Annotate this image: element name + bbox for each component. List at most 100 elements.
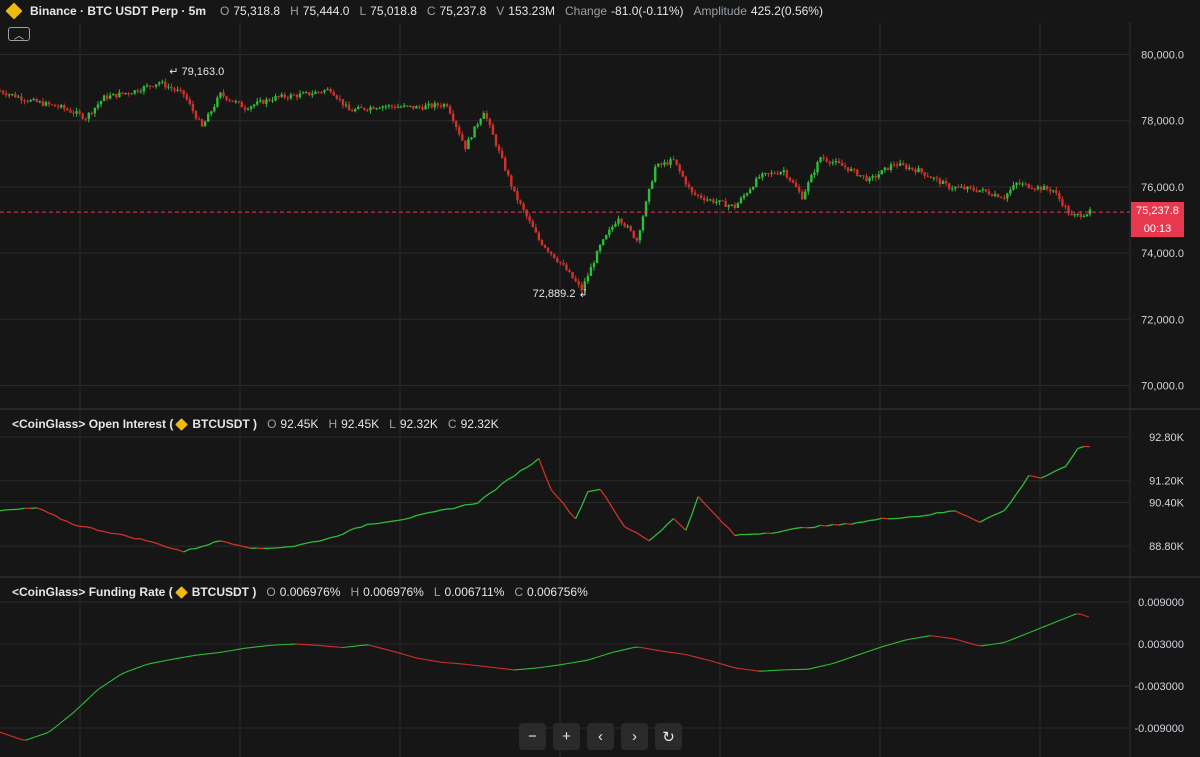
candle-body bbox=[650, 181, 654, 189]
candle-body bbox=[565, 264, 568, 271]
funding-rate-segment bbox=[222, 650, 228, 653]
candle-body bbox=[213, 106, 216, 112]
candle-body bbox=[745, 193, 749, 196]
candle-body bbox=[11, 94, 14, 96]
candle-body bbox=[1033, 188, 1037, 190]
funding-rate-series bbox=[0, 613, 1089, 741]
candle-body bbox=[831, 162, 835, 164]
oi-segment bbox=[165, 546, 172, 550]
oi-segment bbox=[324, 537, 331, 541]
candle-body bbox=[292, 94, 296, 96]
funding-rate-segment bbox=[668, 651, 674, 654]
funding-rate-segment bbox=[745, 668, 751, 671]
oi-segment bbox=[630, 529, 638, 534]
funding-rate-segment bbox=[895, 641, 901, 644]
candle-countdown: 00:13 bbox=[1131, 220, 1184, 237]
funding-rate-segment bbox=[419, 658, 425, 660]
funding-rate-segment bbox=[154, 661, 159, 664]
candle-body bbox=[984, 189, 988, 192]
funding-rate-segment bbox=[235, 648, 241, 651]
candle-body bbox=[387, 105, 391, 107]
candle-body bbox=[170, 86, 173, 89]
oi-segment bbox=[85, 526, 92, 529]
oi-segment bbox=[1077, 445, 1085, 450]
funding-rate-segment bbox=[925, 635, 931, 637]
oi-segment bbox=[930, 512, 938, 516]
candle-body bbox=[81, 113, 84, 119]
candle-body bbox=[611, 226, 614, 230]
candle-body bbox=[366, 109, 369, 111]
candle-body bbox=[127, 92, 130, 94]
candle-body bbox=[479, 118, 482, 125]
scroll-right-button[interactable]: › bbox=[621, 723, 648, 750]
candle-body bbox=[993, 194, 997, 197]
candle-body bbox=[179, 89, 182, 91]
oi-segment bbox=[459, 504, 466, 508]
funding-rate-segment bbox=[570, 661, 575, 664]
funding-rate-segment bbox=[814, 666, 819, 669]
candle-body bbox=[151, 86, 155, 88]
oi-segment bbox=[783, 528, 791, 532]
funding-rate-segment bbox=[947, 637, 952, 640]
oi-segment bbox=[581, 491, 589, 507]
candle-body bbox=[598, 244, 602, 252]
candle-body bbox=[145, 85, 149, 87]
oi-segment bbox=[373, 522, 380, 525]
grid-lines bbox=[0, 22, 1130, 757]
oi-segment bbox=[385, 520, 392, 523]
zoom-out-button[interactable]: − bbox=[519, 723, 546, 750]
candle-body bbox=[176, 89, 179, 91]
candle-body bbox=[739, 197, 743, 204]
funding-rate-segment bbox=[625, 647, 631, 650]
last-price-tag: 75,237.8 bbox=[1131, 202, 1184, 220]
binance-logo-icon bbox=[175, 417, 189, 431]
reset-chart-button[interactable]: ↻ bbox=[655, 723, 682, 750]
collapse-legend-button[interactable]: ︿ bbox=[8, 27, 30, 42]
candle-body bbox=[574, 278, 577, 282]
candle-body bbox=[301, 92, 305, 94]
funding-rate-segment bbox=[1015, 635, 1021, 639]
candle-body bbox=[323, 90, 326, 93]
oi-segment bbox=[538, 458, 546, 475]
candle-body bbox=[289, 94, 293, 99]
candle-body bbox=[433, 103, 436, 108]
candle-body bbox=[430, 103, 433, 108]
funding-rate-segment bbox=[544, 665, 549, 668]
close-value: 75,237.8 bbox=[439, 4, 487, 18]
funding-rate-segment bbox=[921, 635, 926, 638]
candle-body bbox=[761, 173, 764, 178]
candle-body bbox=[947, 183, 951, 189]
chart-canvas[interactable]: 80,000.0 78,000.0 76,000.0 74,000.0 72,000.0… bbox=[0, 0, 1200, 757]
oi-segment bbox=[1015, 485, 1024, 495]
funding-rate-segment bbox=[1002, 640, 1008, 644]
candle-body bbox=[56, 106, 60, 108]
funding-rate-segment bbox=[385, 648, 391, 652]
funding-rate-segment bbox=[1049, 621, 1055, 625]
candle-body bbox=[877, 174, 880, 178]
symbol-header: Binance · BTC USDT Perp · 5m O 75,318.8 H… bbox=[0, 0, 833, 22]
candle-body bbox=[938, 178, 942, 185]
candle-body bbox=[617, 218, 620, 224]
oi-segment bbox=[318, 538, 325, 542]
funding-rate-segment bbox=[672, 652, 678, 654]
funding-rate-segment bbox=[179, 656, 185, 659]
candle-body bbox=[121, 92, 124, 94]
funding-rate-segment bbox=[115, 674, 121, 679]
scroll-left-button[interactable]: ‹ bbox=[587, 723, 614, 750]
oi-segment bbox=[48, 512, 56, 517]
candle-body bbox=[840, 162, 844, 166]
funding-rate-segment bbox=[990, 643, 995, 646]
candle-body bbox=[926, 175, 929, 177]
funding-rate-segment bbox=[141, 664, 146, 667]
oi-segment bbox=[152, 541, 160, 545]
candle-body bbox=[758, 177, 761, 179]
candle-body bbox=[675, 159, 678, 165]
funding-rate-segment bbox=[917, 636, 922, 639]
oi-close-value: 92.32K bbox=[460, 417, 499, 431]
candle-body bbox=[546, 247, 550, 252]
oi-segment bbox=[489, 488, 497, 494]
funding-rate-segment bbox=[149, 662, 155, 665]
funding-rate-segment bbox=[629, 646, 635, 649]
candle-body bbox=[883, 167, 887, 171]
zoom-in-button[interactable]: + bbox=[553, 723, 580, 750]
